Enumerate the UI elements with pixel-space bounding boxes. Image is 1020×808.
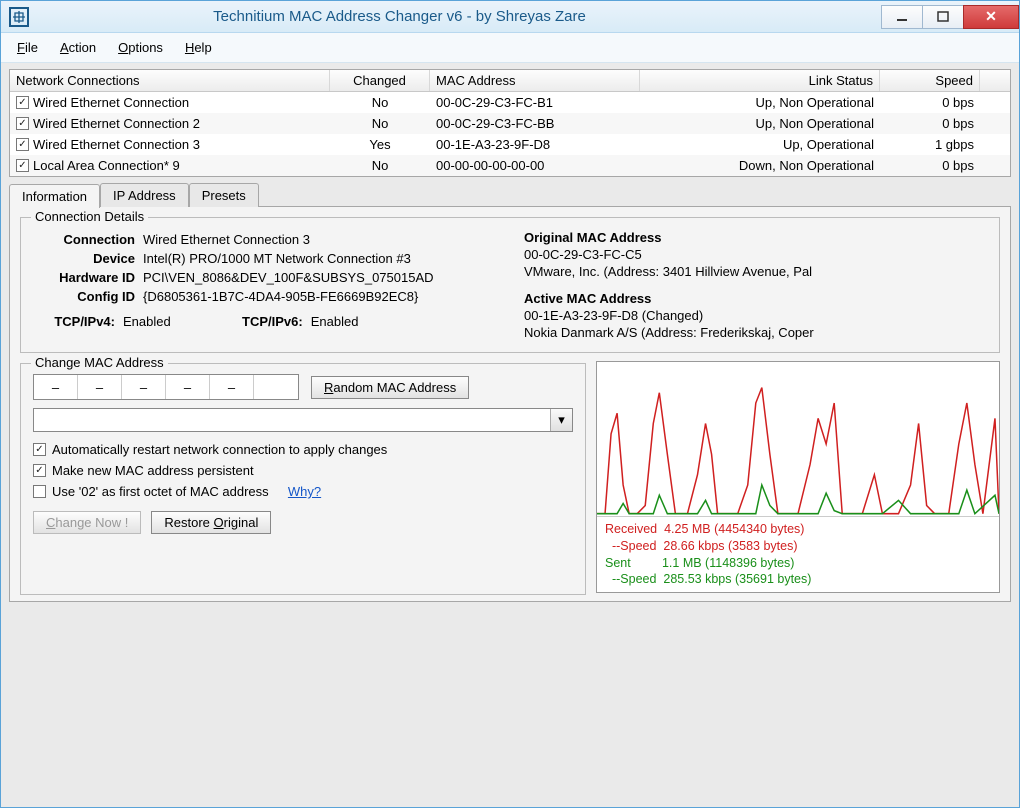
table-row[interactable]: Wired Ethernet Connection 2No00-0C-29-C3… <box>10 113 1010 134</box>
hardware-id-value: PCI\VEN_8086&DEV_100F&SUBSYS_075015AD <box>143 270 496 285</box>
restore-original-button[interactable]: Restore Original <box>151 511 271 534</box>
close-button[interactable]: ✕ <box>963 5 1019 29</box>
row-checkbox[interactable] <box>16 159 29 172</box>
connections-grid: Network Connections Changed MAC Address … <box>9 69 1011 177</box>
config-id-value: {D6805361-1B7C-4DA4-905B-FE6669B92EC8} <box>143 289 496 304</box>
tab-ip-address[interactable]: IP Address <box>100 183 189 207</box>
client-area: Network Connections Changed MAC Address … <box>1 63 1019 807</box>
active-mac-vendor: Nokia Danmark A/S (Address: Frederikskaj… <box>524 325 987 340</box>
sent-speed: 285.53 kbps (35691 bytes) <box>663 572 811 586</box>
connection-details-fieldset: Connection Details ConnectionWired Ether… <box>20 217 1000 353</box>
menu-file[interactable]: File <box>7 36 48 59</box>
checkbox-auto-restart[interactable] <box>33 443 46 456</box>
graph-area <box>597 362 999 517</box>
tcpipv6-value: Enabled <box>311 314 359 329</box>
checkbox-persistent[interactable] <box>33 464 46 477</box>
table-row[interactable]: Wired Ethernet ConnectionNo00-0C-29-C3-F… <box>10 92 1010 113</box>
mac-input[interactable]: – – – – – <box>33 374 299 400</box>
menu-options[interactable]: Options <box>108 36 173 59</box>
details-legend: Connection Details <box>31 209 148 224</box>
titlebar[interactable]: Technitium MAC Address Changer v6 - by S… <box>1 1 1019 33</box>
col-changed[interactable]: Changed <box>330 70 430 91</box>
menubar: File Action Options Help <box>1 33 1019 63</box>
original-mac-vendor: VMware, Inc. (Address: 3401 Hillview Ave… <box>524 264 987 279</box>
why-link[interactable]: Why? <box>288 484 321 499</box>
col-speed[interactable]: Speed <box>880 70 980 91</box>
minimize-button[interactable] <box>881 5 923 29</box>
received-value: 4.25 MB (4454340 bytes) <box>664 522 804 536</box>
table-row[interactable]: Wired Ethernet Connection 3Yes00-1E-A3-2… <box>10 134 1010 155</box>
tcpipv4-value: Enabled <box>123 314 171 329</box>
row-checkbox[interactable] <box>16 96 29 109</box>
device-value: Intel(R) PRO/1000 MT Network Connection … <box>143 251 496 266</box>
traffic-graph: Received 4.25 MB (4454340 bytes) --Speed… <box>596 361 1000 593</box>
active-mac-value: 00-1E-A3-23-9F-D8 (Changed) <box>524 308 987 323</box>
tabstrip: Information IP Address Presets <box>9 183 1011 207</box>
tab-body: Connection Details ConnectionWired Ether… <box>9 206 1011 602</box>
menu-action[interactable]: Action <box>50 36 106 59</box>
col-link[interactable]: Link Status <box>640 70 880 91</box>
grid-body: Wired Ethernet ConnectionNo00-0C-29-C3-F… <box>10 92 1010 176</box>
vendor-dropdown[interactable]: ▾ <box>33 408 573 432</box>
row-checkbox[interactable] <box>16 117 29 130</box>
change-mac-legend: Change MAC Address <box>31 355 168 370</box>
menu-help[interactable]: Help <box>175 36 222 59</box>
chevron-down-icon[interactable]: ▾ <box>550 409 572 431</box>
connection-value: Wired Ethernet Connection 3 <box>143 232 496 247</box>
maximize-button[interactable] <box>922 5 964 29</box>
active-mac-header: Active MAC Address <box>524 291 987 306</box>
tab-information[interactable]: Information <box>9 184 100 208</box>
change-now-button[interactable]: Change Now ! <box>33 511 141 534</box>
table-row[interactable]: Local Area Connection* 9No00-00-00-00-00… <box>10 155 1010 176</box>
checkbox-use-02[interactable] <box>33 485 46 498</box>
tab-presets[interactable]: Presets <box>189 183 259 207</box>
row-checkbox[interactable] <box>16 138 29 151</box>
window-buttons: ✕ <box>882 5 1019 29</box>
grid-header: Network Connections Changed MAC Address … <box>10 70 1010 92</box>
graph-stats: Received 4.25 MB (4454340 bytes) --Speed… <box>597 517 999 593</box>
window-title: Technitium MAC Address Changer v6 - by S… <box>37 8 762 25</box>
random-mac-button[interactable]: Random MAC Address <box>311 376 469 399</box>
col-name[interactable]: Network Connections <box>10 70 330 91</box>
original-mac-header: Original MAC Address <box>524 230 987 245</box>
change-mac-fieldset: Change MAC Address – – – – – <box>20 363 586 595</box>
col-mac[interactable]: MAC Address <box>430 70 640 91</box>
main-window: Technitium MAC Address Changer v6 - by S… <box>0 0 1020 808</box>
original-mac-value: 00-0C-29-C3-FC-C5 <box>524 247 987 262</box>
sent-value: 1.1 MB (1148396 bytes) <box>662 556 794 570</box>
app-icon <box>9 7 29 27</box>
received-speed: 28.66 kbps (3583 bytes) <box>663 539 797 553</box>
tab-container: Information IP Address Presets Connectio… <box>9 183 1011 602</box>
